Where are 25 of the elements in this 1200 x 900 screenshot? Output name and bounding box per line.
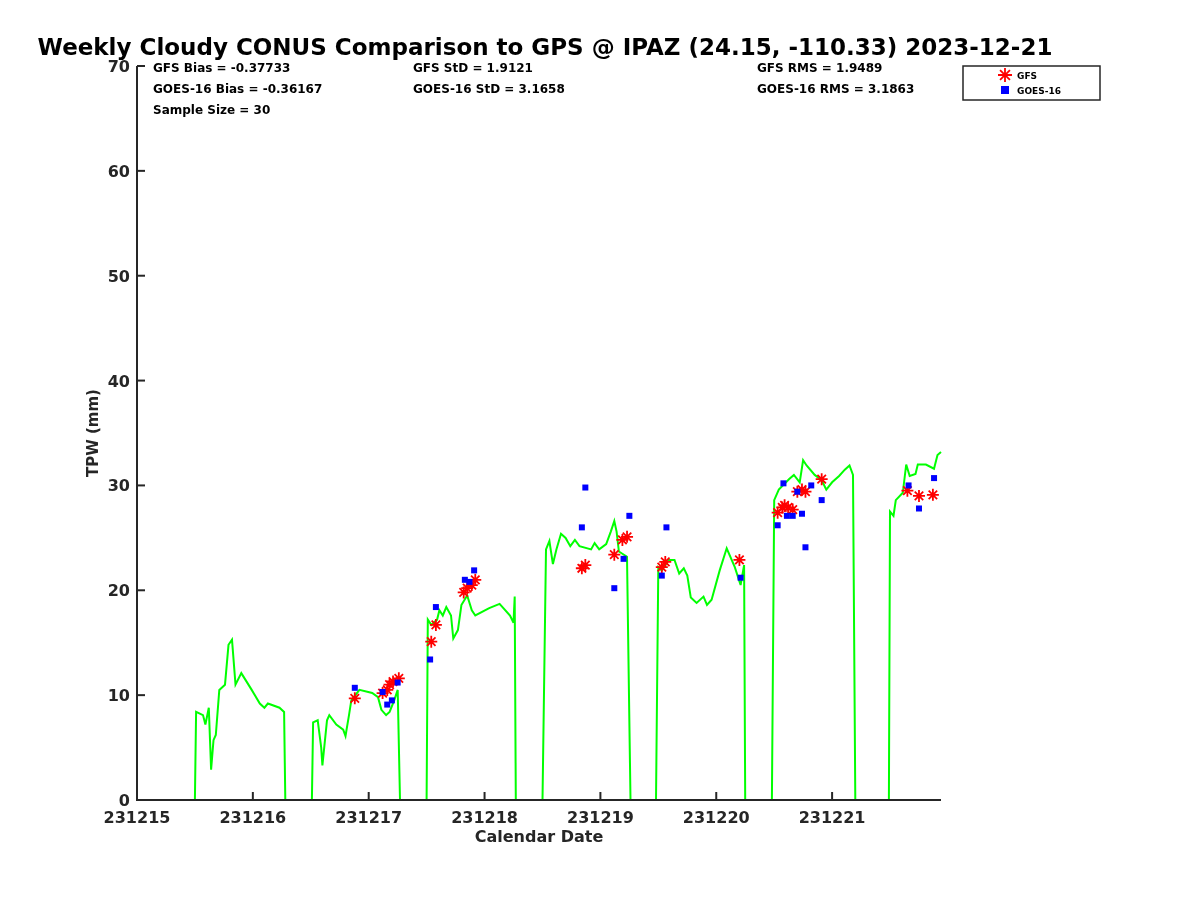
tick-label: 10 xyxy=(107,686,130,706)
stat-text: GOES-16 Bias = -0.36167 xyxy=(153,82,323,96)
tick-label: 231217 xyxy=(335,808,403,827)
tick-label: 231215 xyxy=(103,808,171,827)
stat-text: GFS RMS = 1.9489 xyxy=(757,61,883,75)
tick-label: 231221 xyxy=(798,808,866,827)
stat-text: GFS StD = 1.9121 xyxy=(413,61,533,75)
tick-label: 0 xyxy=(118,791,130,810)
tick-label: 20 xyxy=(107,581,130,601)
tick-label: 60 xyxy=(107,161,130,181)
legend-label: GFS xyxy=(1017,70,1038,81)
tick-label: 30 xyxy=(107,476,130,496)
tick-label: 231220 xyxy=(682,808,750,827)
tick-label: 40 xyxy=(107,371,130,391)
tick-label: 231219 xyxy=(567,808,634,827)
stat-text: GOES-16 StD = 3.1658 xyxy=(413,82,565,96)
tick-label: 231216 xyxy=(219,808,287,827)
stat-text: GOES-16 RMS = 3.1863 xyxy=(757,82,915,96)
x-axis-label: Calendar Date xyxy=(474,827,604,846)
stat-text: Sample Size = 30 xyxy=(153,103,271,117)
stat-text: GFS Bias = -0.37733 xyxy=(153,61,291,75)
tick-label: 231218 xyxy=(451,808,518,827)
legend-label: GOES-16 xyxy=(1017,85,1061,96)
y-axis-label: TPW (mm) xyxy=(84,389,102,477)
tick-label: 50 xyxy=(107,266,130,286)
